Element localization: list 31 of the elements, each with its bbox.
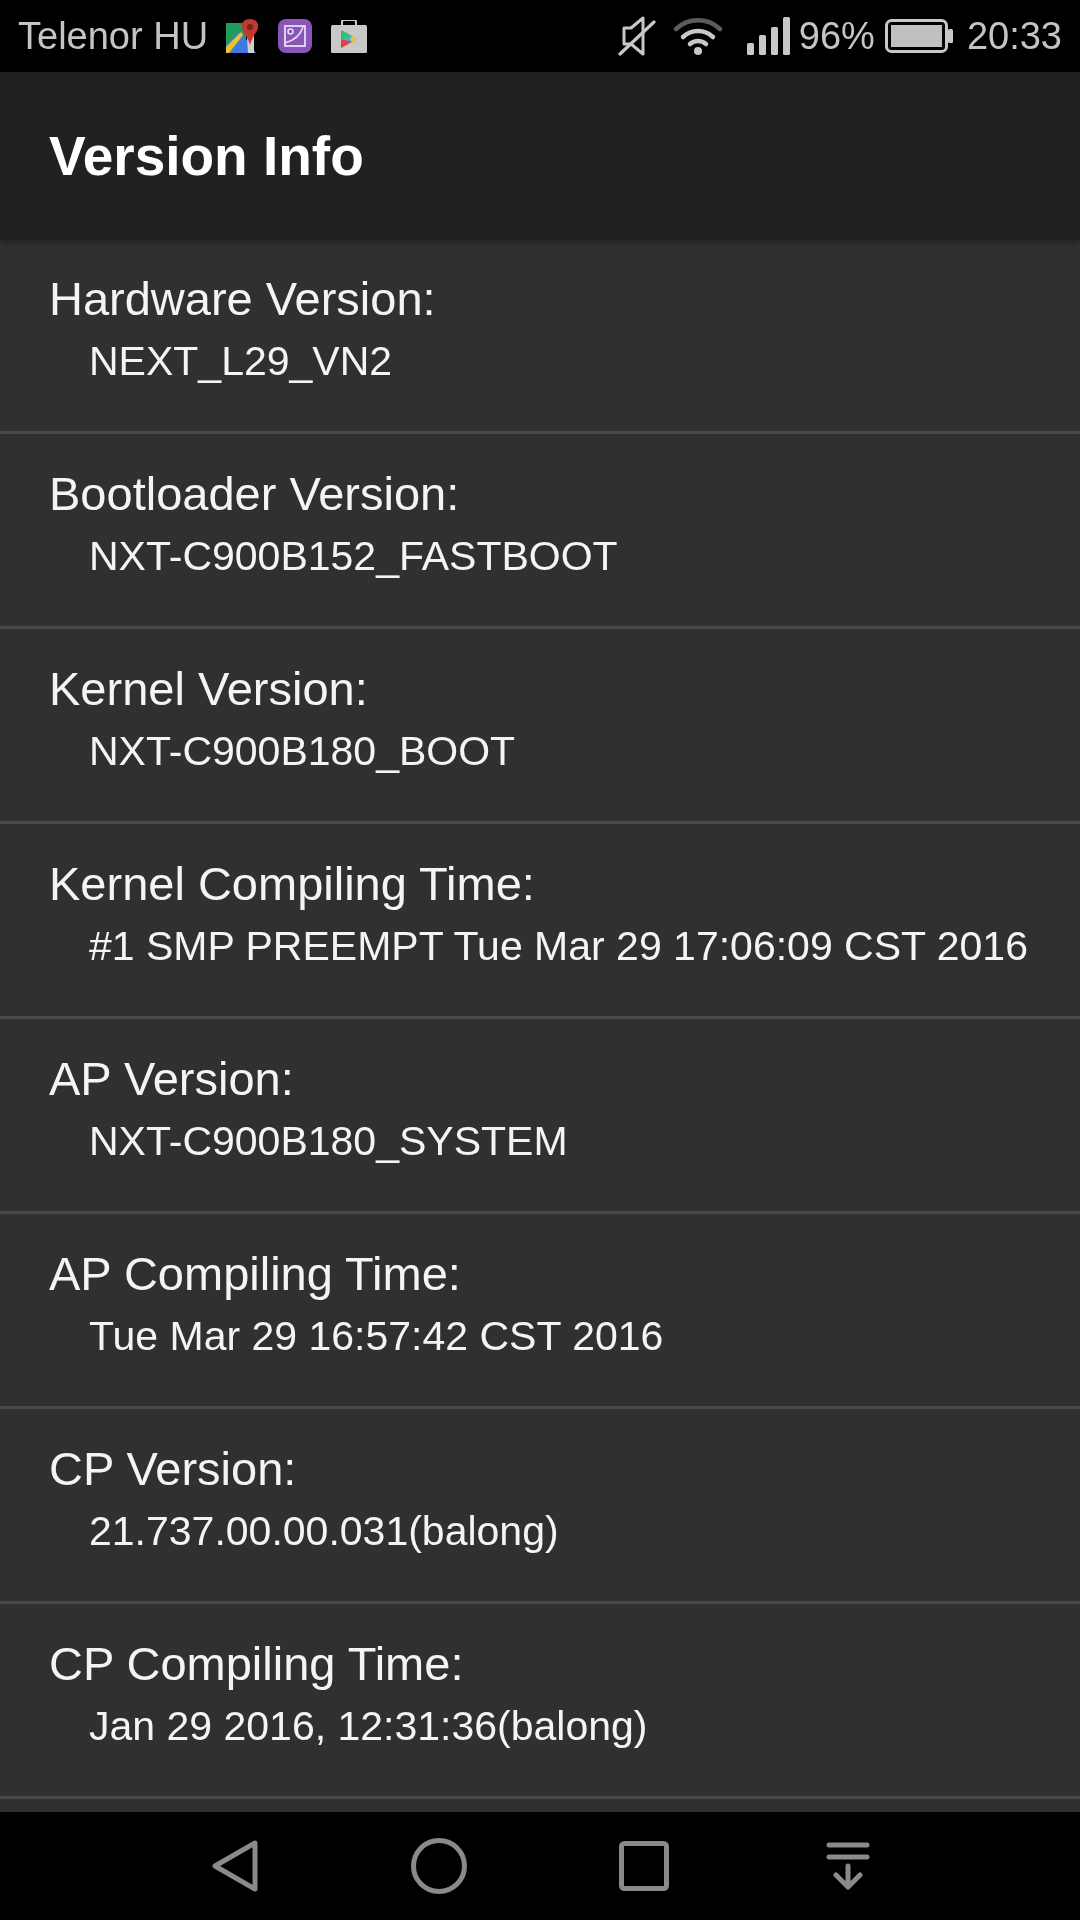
signal-bars-icon bbox=[746, 17, 791, 55]
info-label: Kernel Version: bbox=[49, 662, 368, 716]
info-value: 21.737.00.00.031(balong) bbox=[89, 1507, 559, 1555]
info-label: Hardware Version: bbox=[49, 272, 436, 326]
info-value: #1 SMP PREEMPT Tue Mar 29 17:06:09 CST 2016 bbox=[89, 922, 1028, 970]
recent-apps-icon[interactable] bbox=[618, 1841, 669, 1891]
battery-icon bbox=[884, 19, 953, 53]
info-label: AP Version: bbox=[49, 1052, 294, 1106]
info-label: CP Version: bbox=[49, 1442, 297, 1496]
info-value: NXT-C900B152_FASTBOOT bbox=[89, 532, 618, 580]
info-label: Bootloader Version: bbox=[49, 467, 460, 521]
info-value: Jan 29 2016, 12:31:36(balong) bbox=[89, 1702, 648, 1750]
info-label: AP Compiling Time: bbox=[49, 1247, 461, 1301]
back-icon[interactable] bbox=[210, 1839, 261, 1893]
home-icon[interactable] bbox=[410, 1838, 467, 1894]
gallery-icon bbox=[278, 19, 313, 53]
shopping-bag-icon bbox=[331, 19, 368, 53]
info-label: CP Compiling Time: bbox=[49, 1637, 464, 1691]
info-label: Kernel Compiling Time: bbox=[49, 857, 535, 911]
carrier-name: Telenor HU bbox=[18, 14, 209, 58]
info-value: NXT-C900B180_BOOT bbox=[89, 727, 516, 775]
info-value: NXT-C900B180_SYSTEM bbox=[89, 1117, 568, 1165]
map-pin-icon bbox=[226, 19, 259, 53]
clock-time: 20:33 bbox=[966, 14, 1062, 58]
muted-speaker-icon bbox=[617, 16, 656, 56]
screen-title: Version Info bbox=[49, 123, 364, 188]
wifi-icon bbox=[672, 17, 723, 55]
battery-percentage: 96% bbox=[798, 14, 875, 58]
info-value: NEXT_L29_VN2 bbox=[89, 337, 393, 385]
pull-down-icon[interactable] bbox=[825, 1842, 870, 1890]
info-value: Tue Mar 29 16:57:42 CST 2016 bbox=[89, 1312, 664, 1360]
